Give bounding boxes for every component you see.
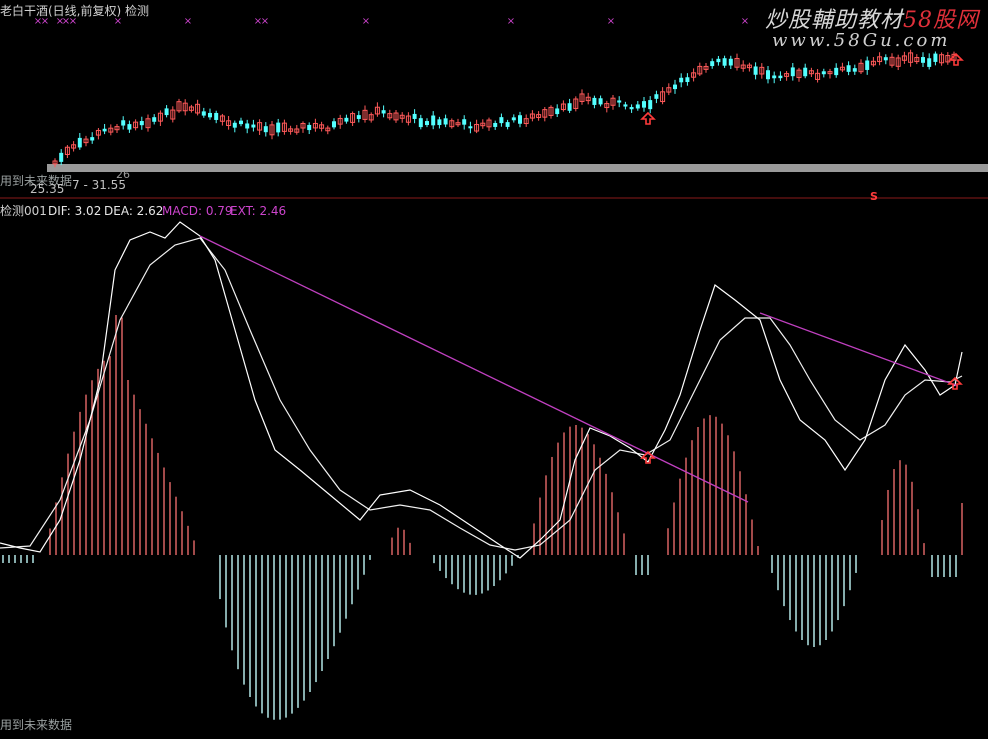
candle-body <box>139 121 144 126</box>
candle-body <box>505 122 510 127</box>
candle-body <box>102 128 107 132</box>
candle-body <box>276 122 281 133</box>
candle-body <box>468 126 473 129</box>
candle-body <box>356 115 361 119</box>
candle-body <box>803 67 808 77</box>
dea-label: DEA: 2.62 <box>104 204 164 218</box>
red-up-arrow-icon <box>640 111 656 125</box>
buy-marker-s: S <box>870 190 878 203</box>
candle-body <box>90 137 95 141</box>
dif-label: DIF: 3.02 <box>48 204 102 218</box>
candle-body <box>567 103 572 111</box>
candle-body <box>679 77 684 83</box>
candle-body <box>555 108 560 115</box>
candle-body <box>846 65 851 72</box>
candle-body <box>722 58 727 66</box>
candle-body <box>654 94 659 99</box>
candle-body <box>263 126 268 133</box>
candle-body <box>629 107 634 110</box>
indicator-name: 检测001 <box>0 204 47 218</box>
candle-body <box>766 70 770 80</box>
x-marker-icon: × <box>362 16 370 27</box>
stock-title: 老白干酒(日线,前复权) 检测 <box>0 4 149 18</box>
candle-body <box>635 104 640 109</box>
x-marker-icon: × <box>184 16 192 27</box>
chart-stage[interactable]: × × × × × × × × × × × × × 老白干酒(日线,前复权) 检测 用到未来数据 26 … <box>0 0 988 735</box>
candle-body <box>772 75 777 79</box>
candle-body <box>598 98 603 105</box>
candle-body <box>790 67 795 77</box>
dea-line <box>0 237 963 551</box>
candle-body <box>418 118 423 128</box>
dif-line <box>0 221 963 559</box>
candle-body <box>865 60 870 70</box>
candle-body <box>499 117 504 124</box>
footer-future-data-label: 用到未来数据 <box>0 718 73 732</box>
candle-body <box>883 57 888 61</box>
candle-body <box>921 57 925 63</box>
candle-body <box>443 118 448 125</box>
candle-body <box>753 66 758 75</box>
candle-body <box>617 100 622 103</box>
candle-body <box>673 84 677 90</box>
candle-body <box>239 120 243 125</box>
candle-body <box>121 120 126 126</box>
candle-body <box>127 124 132 130</box>
candle-body <box>152 117 157 122</box>
candle-body <box>927 58 932 67</box>
candle-body <box>245 123 250 129</box>
candle-body <box>716 58 721 63</box>
watermark-url: www.58Gu.com <box>772 30 951 51</box>
candle-body <box>412 113 417 119</box>
candle-body <box>214 112 219 120</box>
price-label-b: 7 - 31.55 <box>72 178 126 192</box>
candle-body <box>332 121 336 128</box>
candle-body <box>77 137 82 148</box>
x-marker-icon: × <box>507 16 515 27</box>
candle-body <box>685 77 690 83</box>
candle-body <box>642 101 646 108</box>
candle-body <box>518 115 522 124</box>
candle-body <box>623 104 628 107</box>
candle-body <box>201 111 206 116</box>
ext-label: EXT: 2.46 <box>230 204 287 218</box>
candle-body <box>493 122 498 127</box>
price-label-a: 25.35 <box>30 182 65 196</box>
candle-body <box>425 121 429 126</box>
candle-body <box>592 97 597 105</box>
chart-canvas[interactable]: ×× ××× × × ×× × × × × <box>0 0 988 735</box>
candle-body <box>307 124 312 131</box>
divergence-trend-line <box>199 235 749 503</box>
candle-body <box>437 119 442 126</box>
candle-body <box>344 117 349 122</box>
candle-body <box>232 122 237 128</box>
candle-body <box>251 124 256 128</box>
candle-body <box>728 58 733 66</box>
candle-body <box>59 152 64 162</box>
time-scrollbar <box>47 164 988 172</box>
candle-body <box>208 112 212 118</box>
candle-body <box>381 110 386 114</box>
candle-body <box>834 67 839 76</box>
candle-body <box>778 75 783 79</box>
candle-body <box>431 115 436 126</box>
candle-body <box>821 71 826 75</box>
x-marker-icon: × <box>261 16 269 27</box>
candle-body <box>710 61 715 67</box>
x-marker-icon: × <box>607 16 615 27</box>
candle-body <box>462 119 467 125</box>
candle-body <box>852 68 857 72</box>
macd-label: MACD: 0.79 <box>162 204 233 218</box>
candle-body <box>164 108 169 116</box>
divergence-trend-line <box>759 312 959 387</box>
x-marker-icon: × <box>741 16 749 27</box>
candle-body <box>648 100 653 110</box>
candle-body <box>933 53 938 62</box>
candle-body <box>511 117 516 121</box>
